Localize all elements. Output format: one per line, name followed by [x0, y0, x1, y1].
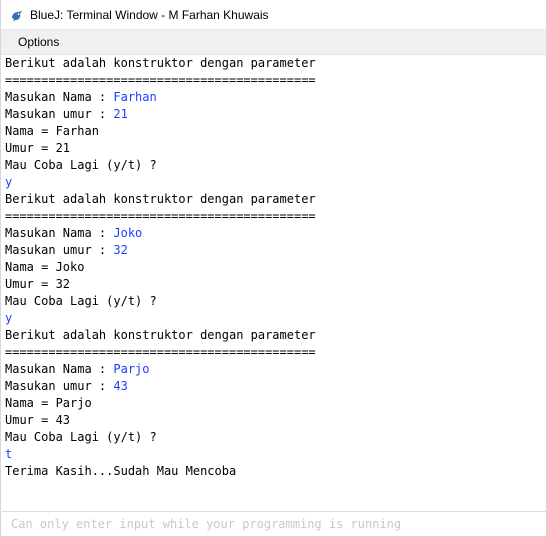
output-text: Berikut adalah konstruktor dengan parame… — [5, 192, 316, 206]
terminal-line: Nama = Joko — [2, 259, 546, 276]
terminal-line: Nama = Farhan — [2, 123, 546, 140]
user-input-text: 21 — [113, 107, 128, 121]
terminal-line: ========================================… — [2, 208, 546, 225]
terminal-line: Berikut adalah konstruktor dengan parame… — [2, 55, 546, 72]
terminal-line: Masukan Nama : Parjo — [2, 361, 546, 378]
terminal-output[interactable]: Berikut adalah konstruktor dengan parame… — [2, 55, 546, 511]
terminal-line: ========================================… — [2, 72, 546, 89]
user-input-text: Farhan — [113, 90, 157, 104]
terminal-line: y — [2, 174, 546, 191]
terminal-line: Mau Coba Lagi (y/t) ? — [2, 293, 546, 310]
output-text: ========================================… — [5, 345, 316, 359]
terminal-line: Masukan umur : 21 — [2, 106, 546, 123]
terminal-line: Umur = 43 — [2, 412, 546, 429]
terminal-window: BlueJ: Terminal Window - M Farhan Khuwai… — [0, 0, 547, 537]
output-text: ========================================… — [5, 73, 316, 87]
user-input-text: 32 — [113, 243, 128, 257]
terminal-line: y — [2, 310, 546, 327]
terminal-line: ========================================… — [2, 344, 546, 361]
output-text: Mau Coba Lagi (y/t) ? — [5, 158, 157, 172]
output-text: ========================================… — [5, 209, 316, 223]
output-text: Mau Coba Lagi (y/t) ? — [5, 430, 157, 444]
terminal-line: Umur = 32 — [2, 276, 546, 293]
user-input-text: y — [5, 175, 13, 189]
output-text: Berikut adalah konstruktor dengan parame… — [5, 56, 316, 70]
terminal-line: Mau Coba Lagi (y/t) ? — [2, 157, 546, 174]
output-text: Umur = 32 — [5, 277, 71, 291]
user-input-text: t — [5, 447, 13, 461]
terminal-line: Umur = 21 — [2, 140, 546, 157]
user-input-text: Joko — [113, 226, 143, 240]
terminal-line: Masukan Nama : Farhan — [2, 89, 546, 106]
terminal-line: Masukan umur : 43 — [2, 378, 546, 395]
output-text: Nama = Joko — [5, 260, 85, 274]
terminal-line: Nama = Parjo — [2, 395, 546, 412]
terminal-line: Mau Coba Lagi (y/t) ? — [2, 429, 546, 446]
output-text: Mau Coba Lagi (y/t) ? — [5, 294, 157, 308]
output-text: Nama = Parjo — [5, 396, 92, 410]
output-text: Nama = Farhan — [5, 124, 99, 138]
terminal-line: Berikut adalah konstruktor dengan parame… — [2, 191, 546, 208]
output-text: Masukan Nama : — [5, 226, 114, 240]
output-text: Berikut adalah konstruktor dengan parame… — [5, 328, 316, 342]
terminal-input-field[interactable]: Can only enter input while your programm… — [2, 517, 401, 531]
user-input-text: Parjo — [113, 362, 150, 376]
output-text: Masukan Nama : — [5, 90, 114, 104]
terminal-line: Berikut adalah konstruktor dengan parame… — [2, 327, 546, 344]
bluej-bird-icon — [10, 8, 24, 22]
terminal-line: Masukan Nama : Joko — [2, 225, 546, 242]
user-input-text: 43 — [113, 379, 128, 393]
title-bar: BlueJ: Terminal Window - M Farhan Khuwai… — [1, 0, 546, 29]
output-text: Masukan umur : — [5, 243, 114, 257]
terminal-input-bar: Can only enter input while your programm… — [2, 511, 546, 535]
terminal-line: Masukan umur : 32 — [2, 242, 546, 259]
window-title: BlueJ: Terminal Window - M Farhan Khuwai… — [30, 7, 269, 22]
user-input-text: y — [5, 311, 13, 325]
terminal-line: t — [2, 446, 546, 463]
menu-bar: Options — [1, 29, 546, 55]
terminal-line: Terima Kasih...Sudah Mau Mencoba — [2, 463, 546, 480]
output-text: Masukan Nama : — [5, 362, 114, 376]
output-text: Masukan umur : — [5, 379, 114, 393]
menu-options[interactable]: Options — [9, 33, 68, 51]
output-text: Masukan umur : — [5, 107, 114, 121]
output-text: Umur = 21 — [5, 141, 71, 155]
output-text: Umur = 43 — [5, 413, 71, 427]
output-text: Terima Kasih...Sudah Mau Mencoba — [5, 464, 237, 478]
